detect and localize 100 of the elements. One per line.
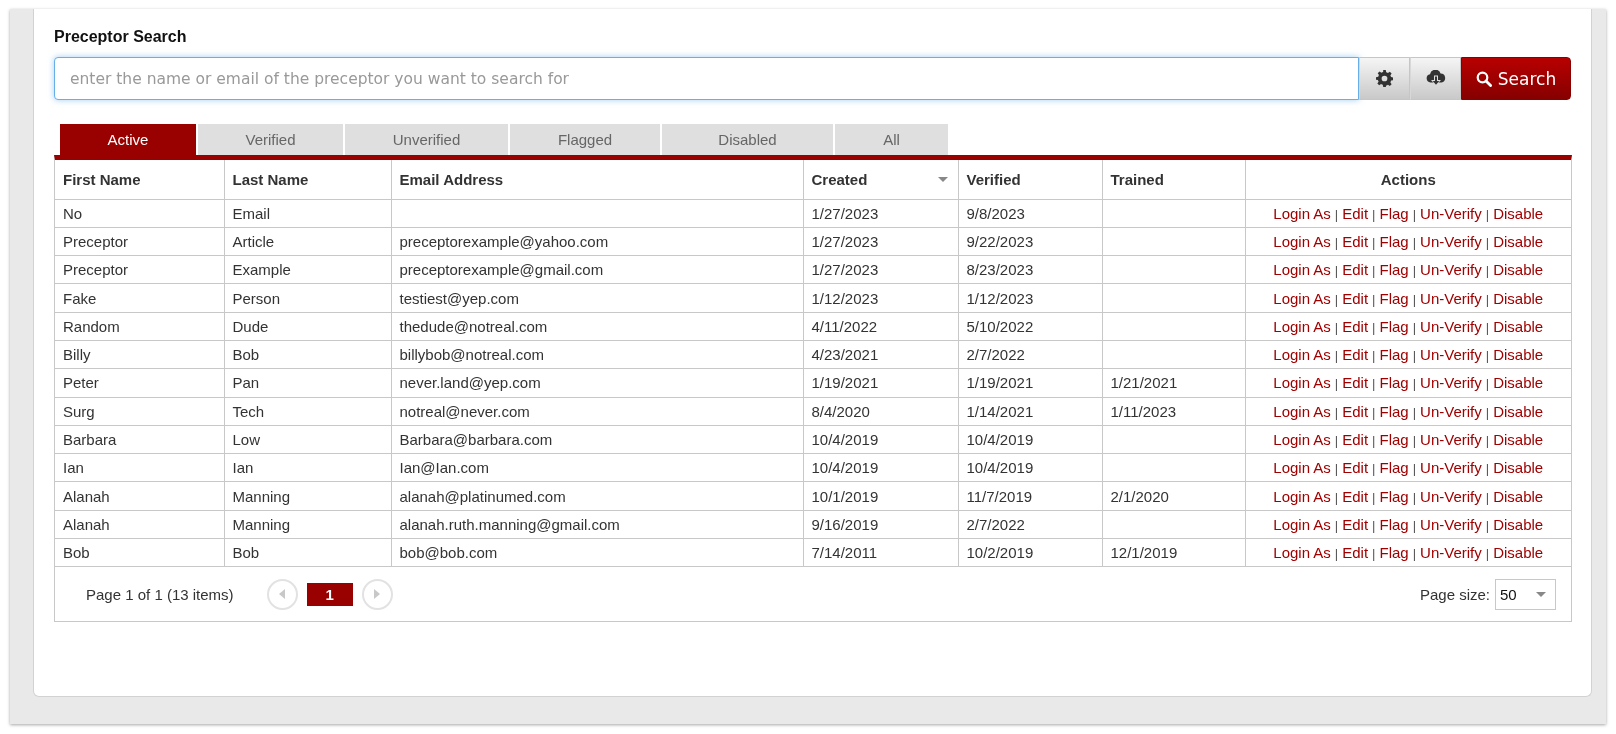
action-link[interactable]: Login As (1273, 544, 1331, 562)
action-link[interactable]: Un-Verify (1420, 232, 1482, 250)
action-link[interactable]: Disable (1493, 346, 1544, 364)
action-link[interactable]: Flag (1379, 431, 1409, 448)
action-separator: | (1485, 461, 1490, 477)
search-field[interactable]: enter the name or email of the preceptor you want to search for (54, 57, 1359, 100)
action-link[interactable]: Un-Verify (1420, 431, 1482, 448)
action-link[interactable]: Disable (1493, 402, 1544, 420)
column-header[interactable]: Verified (958, 160, 1102, 199)
action-link[interactable]: Disable (1493, 431, 1544, 448)
action-link[interactable]: Edit (1342, 374, 1369, 392)
action-link[interactable]: Un-Verify (1420, 261, 1482, 279)
page-size-dropdown[interactable]: 50 (1495, 578, 1556, 610)
action-link[interactable]: Login As (1273, 487, 1331, 505)
action-link[interactable]: Flag (1379, 317, 1409, 335)
action-link[interactable]: Disable (1493, 544, 1544, 562)
column-header[interactable]: Last Name (224, 160, 391, 199)
action-link[interactable]: Disable (1493, 261, 1544, 279)
action-link[interactable]: Login As (1273, 289, 1331, 307)
filter-tab[interactable]: Active (60, 124, 196, 155)
action-link[interactable]: Flag (1379, 544, 1409, 562)
column-header[interactable]: First Name (55, 160, 224, 199)
action-link[interactable]: Disable (1493, 204, 1544, 222)
table-cell: 1/19/2021 (958, 368, 1102, 398)
settings-button[interactable] (1359, 57, 1410, 100)
table-cell: 10/1/2019 (803, 481, 958, 511)
column-header[interactable]: Trained (1102, 160, 1245, 199)
action-link[interactable]: Flag (1379, 374, 1409, 392)
action-link[interactable]: Edit (1342, 459, 1369, 477)
action-link[interactable]: Edit (1342, 317, 1369, 335)
table-cell: Manning (224, 510, 391, 539)
table-cell: never.land@yep.com (391, 368, 803, 398)
filter-tab[interactable]: Disabled (662, 124, 833, 155)
action-link[interactable]: Login As (1273, 204, 1331, 222)
action-link[interactable]: Flag (1379, 487, 1409, 505)
action-link[interactable]: Un-Verify (1420, 289, 1482, 307)
action-link[interactable]: Un-Verify (1420, 346, 1482, 364)
action-link[interactable]: Disable (1493, 487, 1544, 505)
action-link[interactable]: Un-Verify (1420, 317, 1482, 335)
table-cell: Person (224, 283, 391, 313)
action-separator: | (1372, 319, 1376, 335)
filter-tab[interactable]: Flagged (510, 124, 660, 155)
action-separator: | (1412, 461, 1417, 477)
action-link[interactable]: Un-Verify (1420, 515, 1482, 533)
action-link[interactable]: Login As (1273, 431, 1331, 448)
table-cell: 12/1/2019 (1102, 538, 1245, 567)
action-link[interactable]: Login As (1273, 515, 1331, 533)
search-button[interactable]: Search (1461, 57, 1571, 100)
action-link[interactable]: Disable (1493, 459, 1544, 477)
filter-tab[interactable]: Unverified (345, 124, 508, 155)
action-link[interactable]: Login As (1273, 261, 1331, 279)
action-link[interactable]: Login As (1273, 317, 1331, 335)
action-link[interactable]: Flag (1379, 204, 1409, 222)
page-number-button[interactable]: 1 (306, 582, 353, 606)
action-link[interactable]: Disable (1493, 289, 1544, 307)
action-link[interactable]: Flag (1379, 232, 1409, 250)
action-link[interactable]: Un-Verify (1420, 204, 1482, 222)
action-link[interactable]: Login As (1273, 402, 1331, 420)
column-header[interactable]: Email Address (391, 160, 803, 199)
action-link[interactable]: Un-Verify (1420, 487, 1482, 505)
column-header[interactable]: Created (803, 160, 958, 199)
action-link[interactable]: Disable (1493, 232, 1544, 250)
action-link[interactable]: Flag (1379, 346, 1409, 364)
action-link[interactable]: Flag (1379, 289, 1409, 307)
action-link[interactable]: Edit (1342, 402, 1369, 420)
cloud-download-button[interactable] (1410, 57, 1461, 100)
action-link[interactable]: Flag (1379, 515, 1409, 533)
action-link[interactable]: Disable (1493, 374, 1544, 392)
action-link[interactable]: Login As (1273, 374, 1331, 392)
action-link[interactable]: Flag (1379, 402, 1409, 420)
column-header[interactable]: Actions (1245, 160, 1571, 199)
action-link[interactable]: Login As (1273, 346, 1331, 364)
action-link[interactable]: Edit (1342, 346, 1369, 364)
action-link[interactable]: Edit (1342, 261, 1369, 279)
action-link[interactable]: Edit (1342, 487, 1369, 505)
action-link[interactable]: Edit (1342, 431, 1369, 448)
action-link[interactable]: Un-Verify (1420, 374, 1482, 392)
table-cell: 10/4/2019 (958, 425, 1102, 454)
table-cell: 1/27/2023 (803, 255, 958, 284)
table-cell: Ian (55, 453, 224, 482)
action-link[interactable]: Edit (1342, 204, 1369, 222)
action-separator: | (1334, 263, 1339, 279)
action-link[interactable]: Login As (1273, 459, 1331, 477)
action-link[interactable]: Edit (1342, 515, 1369, 533)
action-link[interactable]: Flag (1379, 459, 1409, 477)
action-link[interactable]: Disable (1493, 515, 1544, 533)
action-link[interactable]: Login As (1273, 232, 1331, 250)
filter-tab[interactable]: Verified (198, 124, 343, 155)
table-cell: Tech (224, 397, 391, 426)
action-link[interactable]: Un-Verify (1420, 402, 1482, 420)
action-link[interactable]: Flag (1379, 261, 1409, 279)
action-link[interactable]: Un-Verify (1420, 544, 1482, 562)
action-link[interactable]: Disable (1493, 317, 1544, 335)
table-cell: Bob (224, 340, 391, 369)
action-link[interactable]: Un-Verify (1420, 459, 1482, 477)
action-separator: | (1485, 348, 1490, 364)
filter-tab[interactable]: All (835, 124, 948, 155)
action-link[interactable]: Edit (1342, 232, 1369, 250)
action-link[interactable]: Edit (1342, 544, 1369, 562)
action-link[interactable]: Edit (1342, 289, 1369, 307)
